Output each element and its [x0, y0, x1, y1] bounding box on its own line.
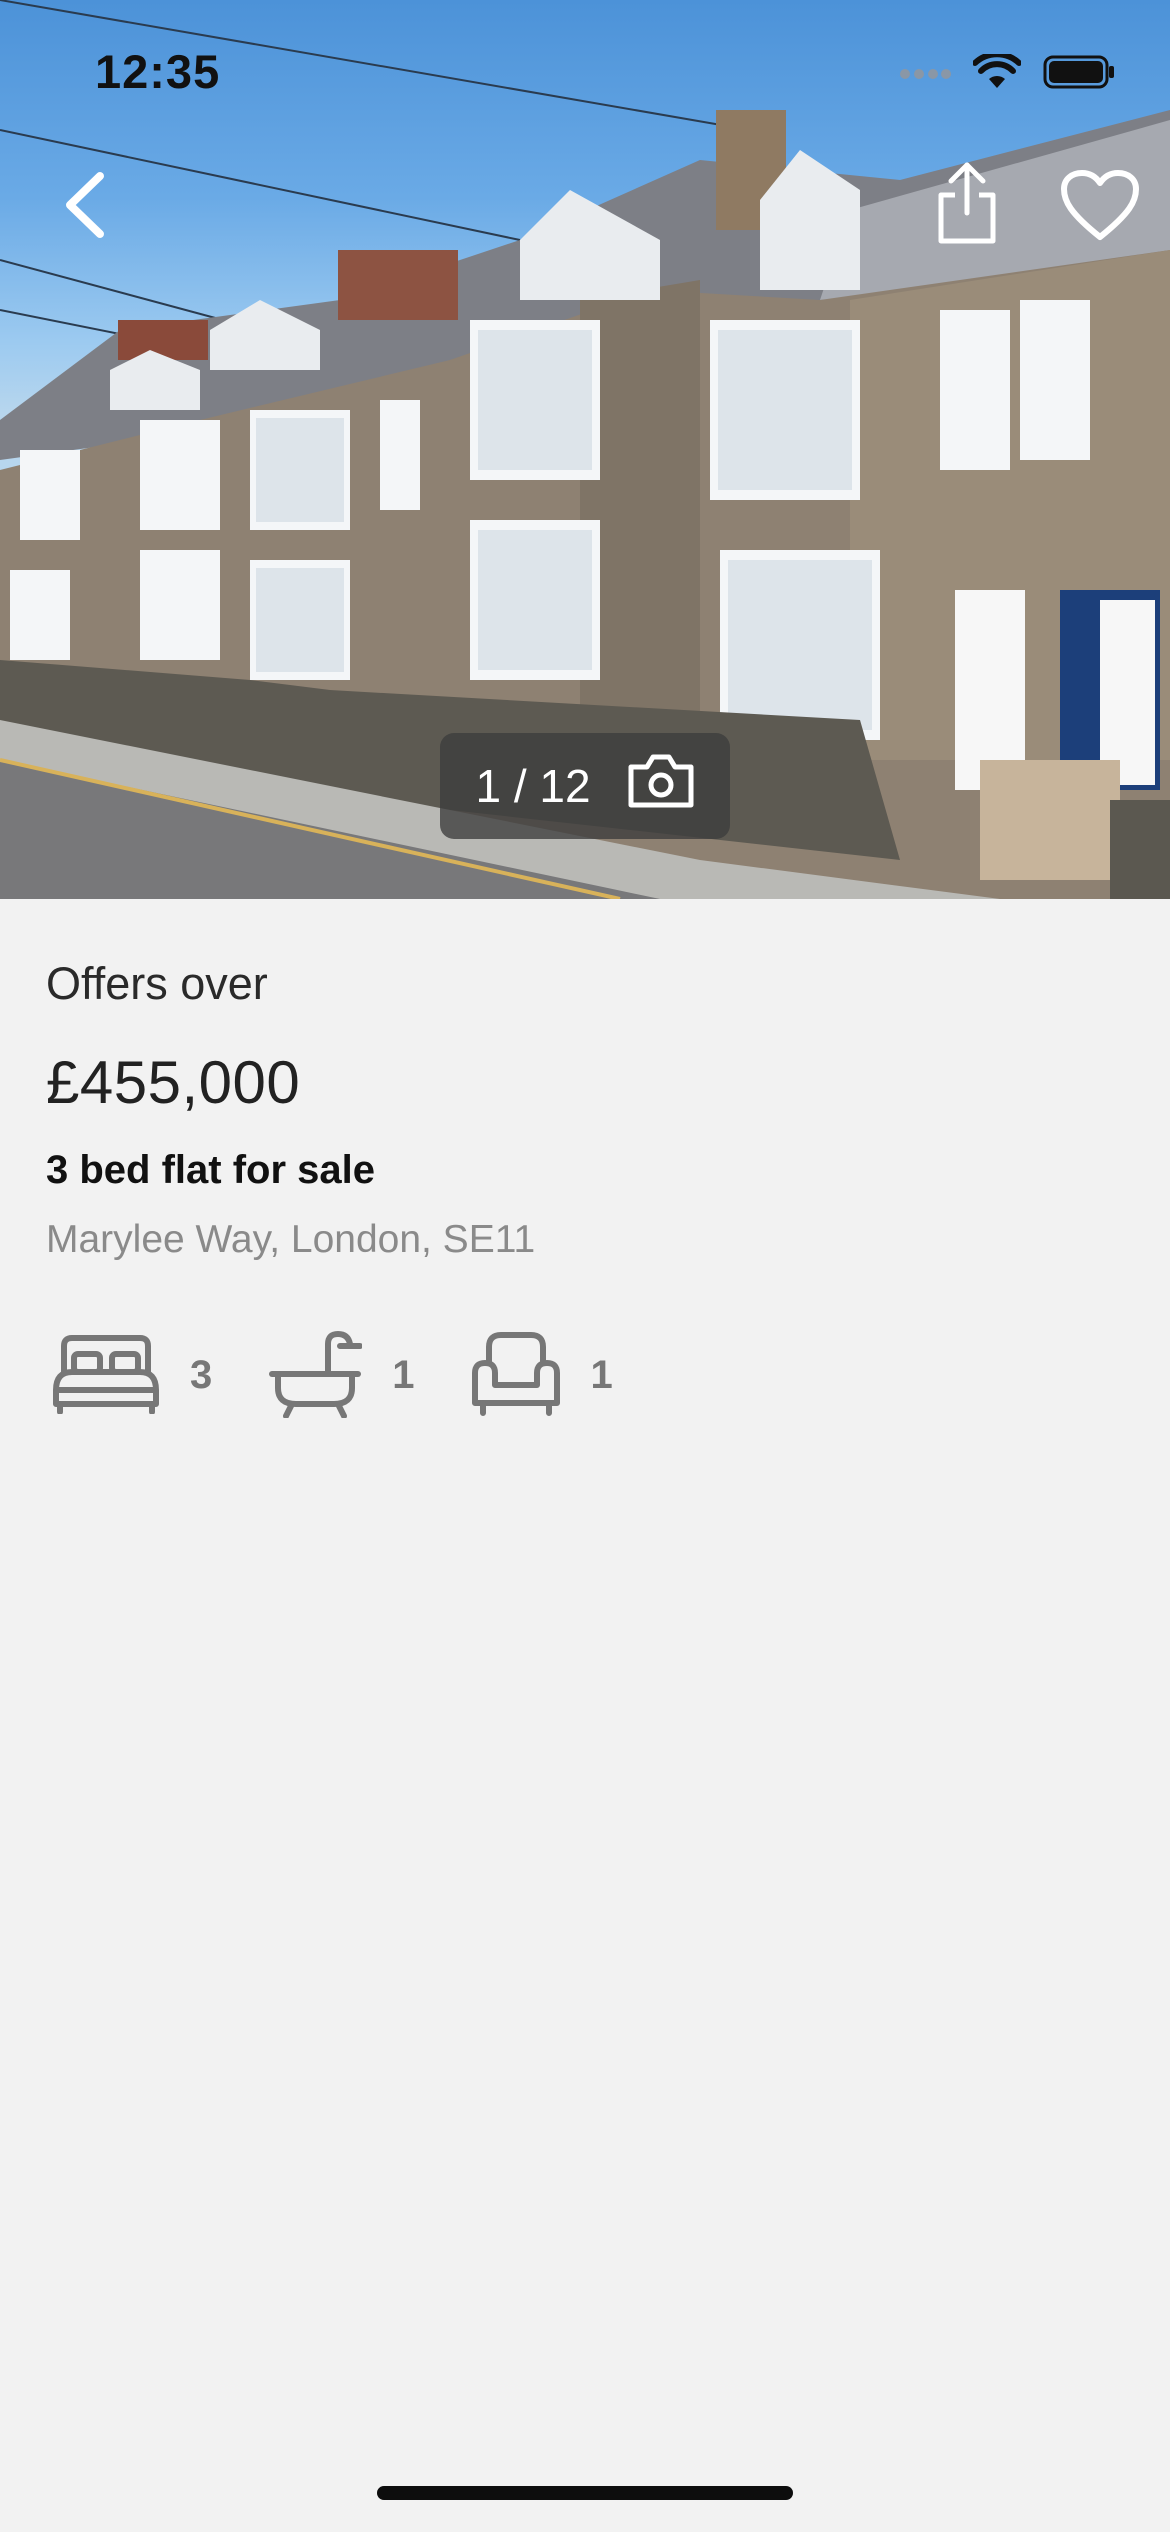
- feature-reception-rooms: 1: [471, 1329, 613, 1422]
- signal-icon: [899, 62, 951, 87]
- status-bar: 12:35: [0, 0, 1170, 140]
- bed-icon: [52, 1332, 160, 1419]
- price: £455,000: [46, 1049, 301, 1116]
- feature-bedrooms: 3: [52, 1332, 212, 1419]
- feature-bathrooms: 1: [268, 1328, 415, 1423]
- home-indicator[interactable]: [377, 2486, 793, 2500]
- armchair-icon: [471, 1329, 561, 1422]
- status-icons: [899, 51, 1115, 95]
- favourite-button[interactable]: [1045, 152, 1155, 262]
- wifi-icon: [972, 51, 1022, 95]
- bathroom-count: 1: [392, 1353, 415, 1397]
- camera-icon: [627, 753, 695, 820]
- battery-icon: [1043, 55, 1115, 94]
- property-features: 3 1 1: [46, 1328, 1126, 1423]
- bath-icon: [268, 1328, 364, 1423]
- listing-details: Offers over £455,000 3 bed flat for sale…: [46, 940, 1126, 1423]
- share-icon: [935, 161, 999, 250]
- listing-title: 3 bed flat for sale: [46, 1148, 375, 1192]
- price-qualifier: Offers over: [46, 958, 268, 1009]
- photo-counter-label: 1 / 12: [475, 760, 591, 812]
- heart-icon: [1060, 169, 1140, 246]
- chevron-left-icon: [60, 170, 110, 245]
- status-time: 12:35: [95, 45, 221, 98]
- back-button[interactable]: [30, 152, 140, 262]
- photo-counter[interactable]: 1 / 12: [440, 733, 730, 839]
- property-photo-gallery[interactable]: 12:35 1 / 12: [0, 0, 1170, 899]
- reception-count: 1: [590, 1353, 613, 1397]
- share-button[interactable]: [912, 150, 1022, 260]
- bedroom-count: 3: [190, 1353, 213, 1397]
- listing-address: Marylee Way, London, SE11: [46, 1218, 536, 1261]
